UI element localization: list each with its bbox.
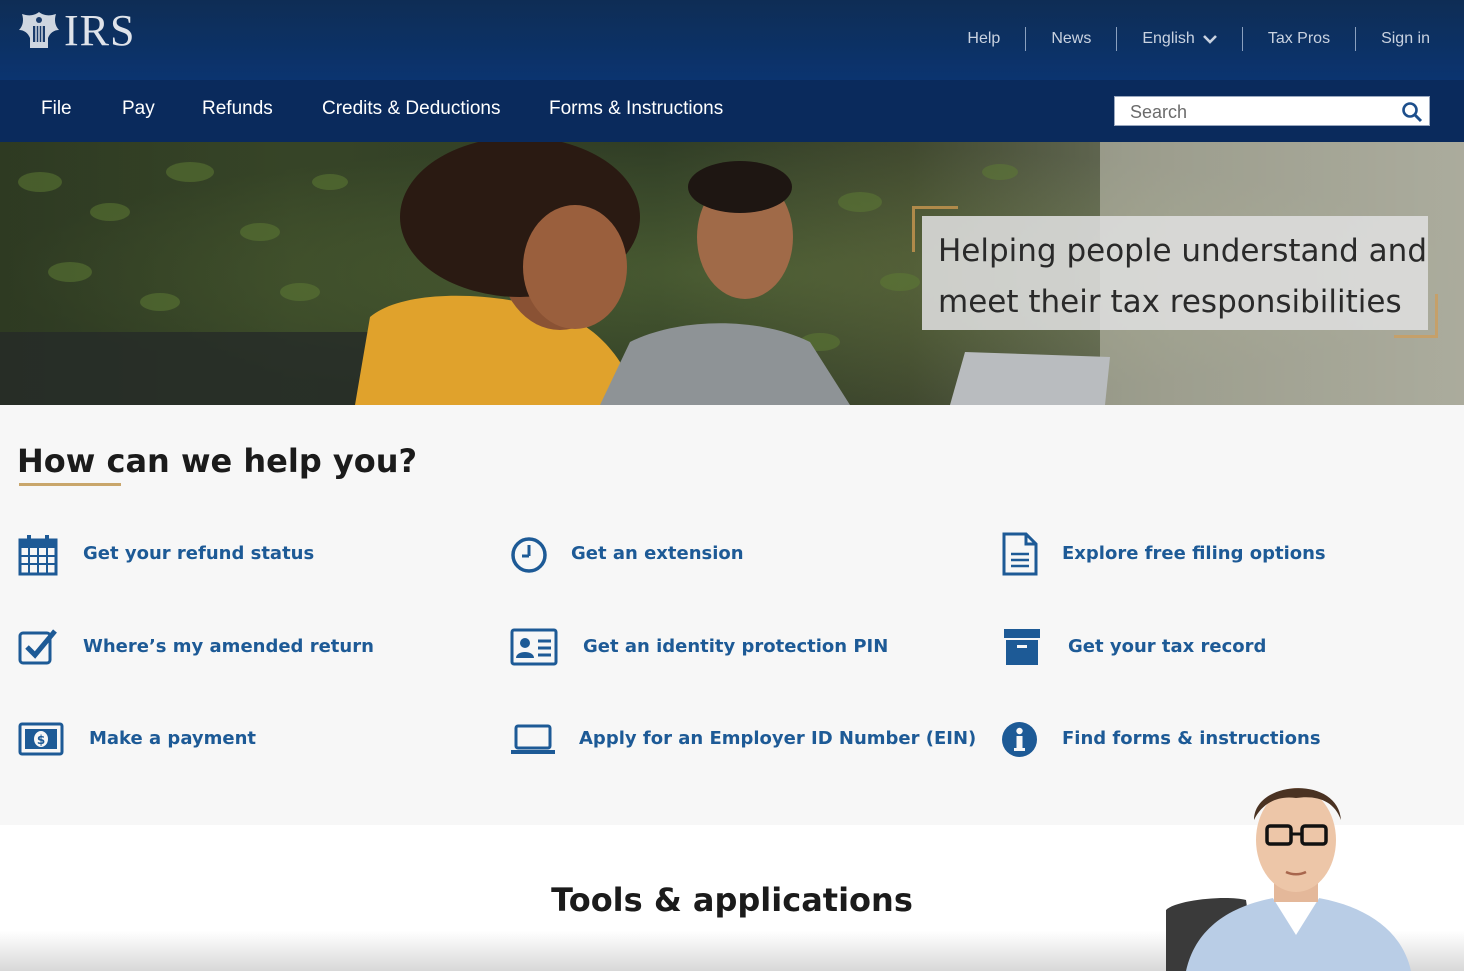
svg-text:$: $ <box>37 733 45 747</box>
link-refund-status[interactable]: Get your refund status <box>83 543 314 564</box>
link-label: Find forms & instructions <box>1062 728 1321 749</box>
link-tax-record[interactable]: Get your tax record <box>1068 636 1266 657</box>
caption-bracket-bottom-right <box>1394 294 1438 338</box>
link-amended-return[interactable]: Where’s my amended return <box>83 636 374 657</box>
link-make-payment[interactable]: Make a payment <box>89 728 256 749</box>
util-link-tax-pros[interactable]: Tax Pros <box>1243 27 1357 51</box>
help-heading: How can we help you? <box>17 442 418 480</box>
calendar-icon <box>18 535 58 576</box>
document-icon <box>1002 532 1038 576</box>
search-input[interactable]: Search <box>1114 96 1430 126</box>
presenter-webcam <box>1166 788 1411 971</box>
nav-item-file[interactable]: File <box>41 98 72 120</box>
eagle-seal-icon <box>19 12 59 48</box>
nav-item-refunds[interactable]: Refunds <box>202 98 273 120</box>
laptop-icon <box>511 724 555 754</box>
hero-caption: Helping people understand and meet their… <box>938 233 1427 320</box>
link-label: Get an identity protection PIN <box>583 636 889 657</box>
checkbox-icon <box>18 629 57 665</box>
irs-logo[interactable]: IRS <box>14 8 135 54</box>
id-card-icon <box>510 628 558 666</box>
search-icon[interactable] <box>1401 101 1423 123</box>
search-placeholder: Search <box>1130 102 1188 122</box>
utility-header: IRS Help News English Tax Pros Sign in <box>0 0 1464 80</box>
link-identity-pin[interactable]: Get an identity protection PIN <box>583 636 888 657</box>
language-label: English <box>1142 30 1195 47</box>
nav-item-forms-instructions[interactable]: Forms & Instructions <box>549 98 723 120</box>
chevron-down-icon <box>1202 35 1217 44</box>
info-icon <box>1002 722 1037 757</box>
link-get-extension[interactable]: Get an extension <box>571 543 744 564</box>
link-label: Get your refund status <box>83 543 315 564</box>
language-selector[interactable]: English <box>1117 27 1243 51</box>
util-link-help[interactable]: Help <box>942 27 1027 51</box>
link-label: Apply for an Employer ID Number (EIN) <box>579 728 977 749</box>
link-label: Get your tax record <box>1068 636 1267 657</box>
link-label: Explore free filing options <box>1062 543 1326 564</box>
util-link-sign-in[interactable]: Sign in <box>1356 27 1430 51</box>
archive-box-icon <box>1004 629 1040 665</box>
link-label: Where’s my amended return <box>83 636 374 657</box>
help-heading-underline <box>19 483 121 486</box>
link-label: Get an extension <box>571 543 744 564</box>
nav-item-pay[interactable]: Pay <box>122 98 155 120</box>
link-find-forms[interactable]: Find forms & instructions <box>1062 728 1321 749</box>
utility-nav: Help News English Tax Pros Sign in <box>942 27 1430 51</box>
nav-item-credits-deductions[interactable]: Credits & Deductions <box>322 98 500 120</box>
money-icon: $ <box>18 722 64 756</box>
util-link-news[interactable]: News <box>1026 27 1118 51</box>
link-employer-id[interactable]: Apply for an Employer ID Number (EIN) <box>579 728 976 749</box>
logo-wordmark: IRS <box>64 6 136 55</box>
link-free-filing[interactable]: Explore free filing options <box>1062 543 1326 564</box>
link-label: Make a payment <box>89 728 257 749</box>
clock-icon <box>511 537 547 573</box>
